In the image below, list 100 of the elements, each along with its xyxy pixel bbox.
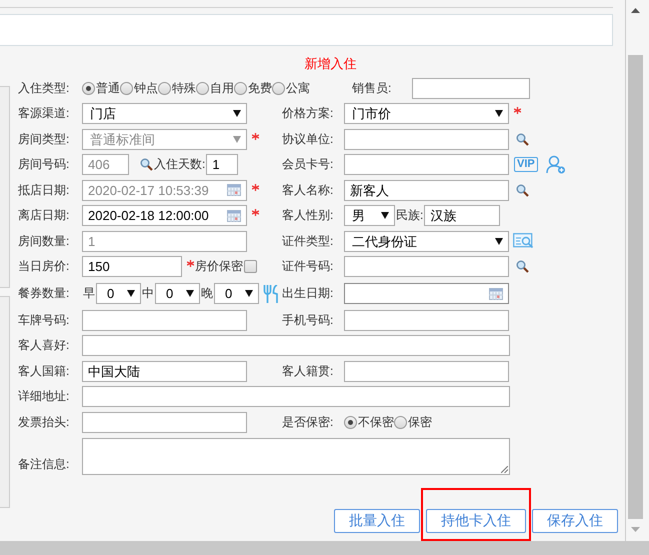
field-label: 离店日期: xyxy=(18,207,70,224)
field-label: 证件类型: xyxy=(282,232,334,250)
input-field[interactable] xyxy=(344,128,509,150)
input-field[interactable] xyxy=(82,310,247,331)
calendar-icon[interactable] xyxy=(227,210,241,222)
action-button[interactable]: 持他卡入住 xyxy=(426,509,526,533)
field-label: 抵店日期: xyxy=(18,182,70,199)
scroll-down-icon[interactable] xyxy=(630,527,640,532)
text-area[interactable] xyxy=(82,438,510,475)
field-label: 详细地址: xyxy=(18,388,70,406)
input-field[interactable] xyxy=(412,78,530,99)
date-field[interactable]: 2020-02-18 12:00:00 xyxy=(82,205,247,226)
date-field[interactable] xyxy=(344,283,509,304)
caret-icon xyxy=(381,212,389,220)
input-field[interactable]: 中国大陆 xyxy=(82,360,247,382)
radio-label: 保密 xyxy=(408,414,432,431)
radio-label: 免费 xyxy=(248,80,272,97)
radio-label: 自用 xyxy=(210,80,234,97)
caret-icon xyxy=(245,290,253,297)
field-label: 客人名称: xyxy=(282,182,334,199)
id-scan-icon[interactable] xyxy=(513,233,535,250)
radio-button[interactable] xyxy=(158,82,171,95)
caret-icon xyxy=(186,290,194,297)
action-button[interactable]: 批量入住 xyxy=(334,509,420,533)
field-label: 房间类型: xyxy=(18,130,70,148)
caret-icon xyxy=(127,290,135,297)
field-label: 餐券数量: xyxy=(18,285,70,302)
field-label: 发票抬头: xyxy=(18,414,70,431)
radio-button[interactable] xyxy=(394,416,407,429)
input-field[interactable]: 150 xyxy=(82,256,182,278)
checkbox[interactable] xyxy=(244,260,257,274)
input-field[interactable] xyxy=(344,310,509,331)
caret-icon xyxy=(495,238,503,245)
field-label: 客人籍贯: xyxy=(282,362,334,380)
radio-label: 不保密 xyxy=(358,414,394,431)
input-field[interactable]: 新客人 xyxy=(344,180,509,201)
input-field[interactable] xyxy=(344,256,509,278)
search-icon[interactable] xyxy=(516,260,529,274)
search-icon[interactable] xyxy=(516,132,529,146)
radio-button[interactable] xyxy=(234,82,247,95)
field-label: 手机号码: xyxy=(282,312,334,329)
scroll-up-icon[interactable] xyxy=(630,8,640,13)
field-label: 车牌号码: xyxy=(18,312,70,329)
scroll-thumb[interactable] xyxy=(628,55,642,519)
field-label: 入住天数: xyxy=(154,156,206,174)
add-user-icon[interactable] xyxy=(546,155,566,174)
dropdown[interactable]: 门市价 xyxy=(344,103,509,124)
field-label: 当日房价: xyxy=(18,258,70,276)
radio-label: 钟点 xyxy=(134,80,158,97)
cutlery-icon xyxy=(263,284,279,302)
radio-button[interactable] xyxy=(272,82,285,95)
dropdown[interactable]: 男 xyxy=(344,205,395,226)
input-field[interactable] xyxy=(344,154,509,176)
field-label: 是否保密: xyxy=(282,414,334,431)
input-field[interactable] xyxy=(82,386,510,408)
meal-label: 早 xyxy=(83,285,95,302)
field-label: 协议单位: xyxy=(282,130,334,148)
search-icon[interactable] xyxy=(516,184,529,197)
action-button[interactable]: 保存入住 xyxy=(532,509,618,533)
field-label: 销售员: xyxy=(352,80,392,97)
field-label: 出生日期: xyxy=(282,285,334,302)
dropdown[interactable]: 二代身份证 xyxy=(344,230,509,252)
radio-button[interactable] xyxy=(120,82,133,95)
radio-button[interactable] xyxy=(82,82,95,95)
input-field[interactable]: 汉族 xyxy=(424,205,500,226)
meal-label: 晚 xyxy=(201,285,213,302)
radio-label: 公寓 xyxy=(286,80,310,97)
radio-label: 特殊 xyxy=(172,80,196,97)
radio-button[interactable] xyxy=(344,416,357,429)
dropdown[interactable]: 门店 xyxy=(82,103,247,124)
calendar-icon[interactable] xyxy=(489,288,503,300)
input-field[interactable] xyxy=(82,335,510,356)
caret-icon xyxy=(233,136,241,143)
field-label: 客源渠道: xyxy=(18,105,70,122)
field-label: 客人性别: xyxy=(282,207,334,224)
field-label: 入住类型: xyxy=(18,80,70,97)
radio-button[interactable] xyxy=(196,82,209,95)
checkbox-label: 房价保密 xyxy=(195,258,243,276)
caret-icon xyxy=(233,110,241,118)
field-label: 客人国籍: xyxy=(18,362,70,380)
field-label: 价格方案: xyxy=(282,105,334,122)
field-label: 房间号码: xyxy=(18,156,70,174)
field-label: 备注信息: xyxy=(18,456,70,473)
field-label: 客人喜好: xyxy=(18,337,70,354)
radio-label: 普通 xyxy=(96,80,120,97)
field-label: 民族: xyxy=(396,207,424,224)
caret-icon xyxy=(495,110,503,118)
form-title: 新增入住 xyxy=(304,56,358,72)
dropdown[interactable]: 0 xyxy=(155,283,200,304)
field-label: 会员卡号: xyxy=(282,156,334,174)
dropdown[interactable]: 0 xyxy=(96,283,141,304)
meal-label: 中 xyxy=(142,285,154,302)
search-icon[interactable] xyxy=(140,158,153,172)
input-field[interactable] xyxy=(344,360,509,382)
input-field[interactable] xyxy=(82,412,247,433)
resize-grip-icon[interactable] xyxy=(501,466,508,473)
field-label: 证件号码: xyxy=(282,258,334,276)
dropdown[interactable]: 0 xyxy=(214,283,259,304)
field-label: 房间数量: xyxy=(18,232,70,250)
input-field[interactable]: 1 xyxy=(206,154,238,176)
